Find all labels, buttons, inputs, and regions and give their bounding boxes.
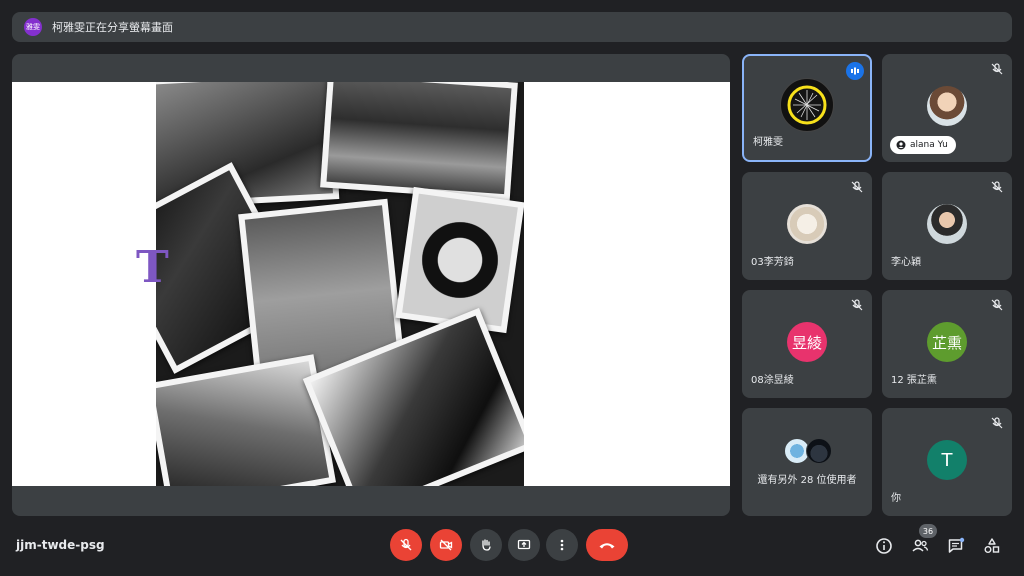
participant-avatar: T	[927, 440, 967, 480]
participant-tile[interactable]: alana Yu	[882, 54, 1012, 162]
participant-tile[interactable]: 芷熏 12 張芷熏	[882, 290, 1012, 398]
mic-toggle-button[interactable]	[390, 529, 422, 561]
camera-toggle-button[interactable]	[430, 529, 462, 561]
shared-screen[interactable]: T	[12, 54, 730, 516]
people-icon	[912, 539, 929, 552]
participant-avatar: 芷熏	[927, 322, 967, 362]
slide-letter: T	[136, 242, 169, 293]
participant-count-badge: 36	[919, 524, 937, 538]
raise-hand-button[interactable]	[470, 529, 502, 561]
self-tile[interactable]: T 你	[882, 408, 1012, 516]
collage-photo	[395, 186, 524, 334]
others-avatars	[784, 438, 836, 466]
activities-button[interactable]	[982, 536, 1002, 556]
more-vert-icon	[560, 539, 564, 551]
participant-name: 12 張芷熏	[891, 375, 937, 386]
photo-collage	[156, 82, 524, 486]
screen-share-banner: 雅雯 柯雅雯正在分享螢幕畫面	[12, 12, 1012, 42]
hang-up-icon	[599, 543, 615, 549]
mic-off-icon	[851, 299, 863, 311]
presenter-avatar: 雅雯	[24, 18, 42, 36]
others-tile[interactable]: 還有另外 28 位使用者	[742, 408, 872, 516]
presentation-slide: T	[12, 82, 730, 486]
collage-photo	[320, 82, 518, 201]
present-screen-button[interactable]	[508, 529, 540, 561]
camera-off-icon	[439, 539, 453, 551]
participant-avatar	[806, 438, 832, 464]
chat-icon	[948, 537, 965, 553]
collage-photo	[156, 354, 336, 486]
participant-name: 柯雅雯	[753, 137, 783, 148]
hand-icon	[482, 539, 491, 551]
info-icon	[876, 538, 892, 554]
participant-name: 李心穎	[891, 257, 921, 268]
present-icon	[517, 539, 531, 550]
people-button[interactable]	[910, 536, 930, 556]
mic-off-icon	[400, 538, 412, 551]
participant-tile[interactable]: 柯雅雯	[742, 54, 872, 162]
participant-avatar	[780, 78, 834, 132]
chat-button[interactable]	[946, 536, 966, 556]
participant-tile[interactable]: 03李芳錡	[742, 172, 872, 280]
others-count-label: 還有另外 28 位使用者	[757, 475, 857, 486]
more-options-button[interactable]	[546, 529, 578, 561]
mic-off-icon	[991, 299, 1003, 311]
user-icon	[896, 140, 906, 150]
mic-off-icon	[851, 181, 863, 193]
participant-name: 你	[891, 493, 901, 504]
mic-off-icon	[991, 181, 1003, 193]
participant-avatar	[927, 86, 967, 126]
participant-tile[interactable]: 昱綾 08涂昱綾	[742, 290, 872, 398]
leave-call-button[interactable]	[586, 529, 628, 561]
participant-name: 08涂昱綾	[751, 375, 794, 386]
meeting-info-button[interactable]	[874, 536, 894, 556]
participant-avatar: 昱綾	[787, 322, 827, 362]
mic-off-icon	[991, 63, 1003, 75]
screen-share-text: 柯雅雯正在分享螢幕畫面	[52, 21, 173, 34]
speaking-indicator-icon	[846, 62, 864, 80]
participant-name: 03李芳錡	[751, 257, 794, 268]
participant-avatar	[787, 204, 827, 244]
participant-tile[interactable]: 李心穎	[882, 172, 1012, 280]
participant-name-chip: alana Yu	[890, 136, 956, 154]
participant-avatar	[927, 204, 967, 244]
mic-off-icon	[991, 417, 1003, 429]
meeting-code: jjm-twde-psg	[16, 538, 105, 552]
activities-icon	[984, 538, 1000, 553]
participant-name: alana Yu	[910, 140, 948, 150]
